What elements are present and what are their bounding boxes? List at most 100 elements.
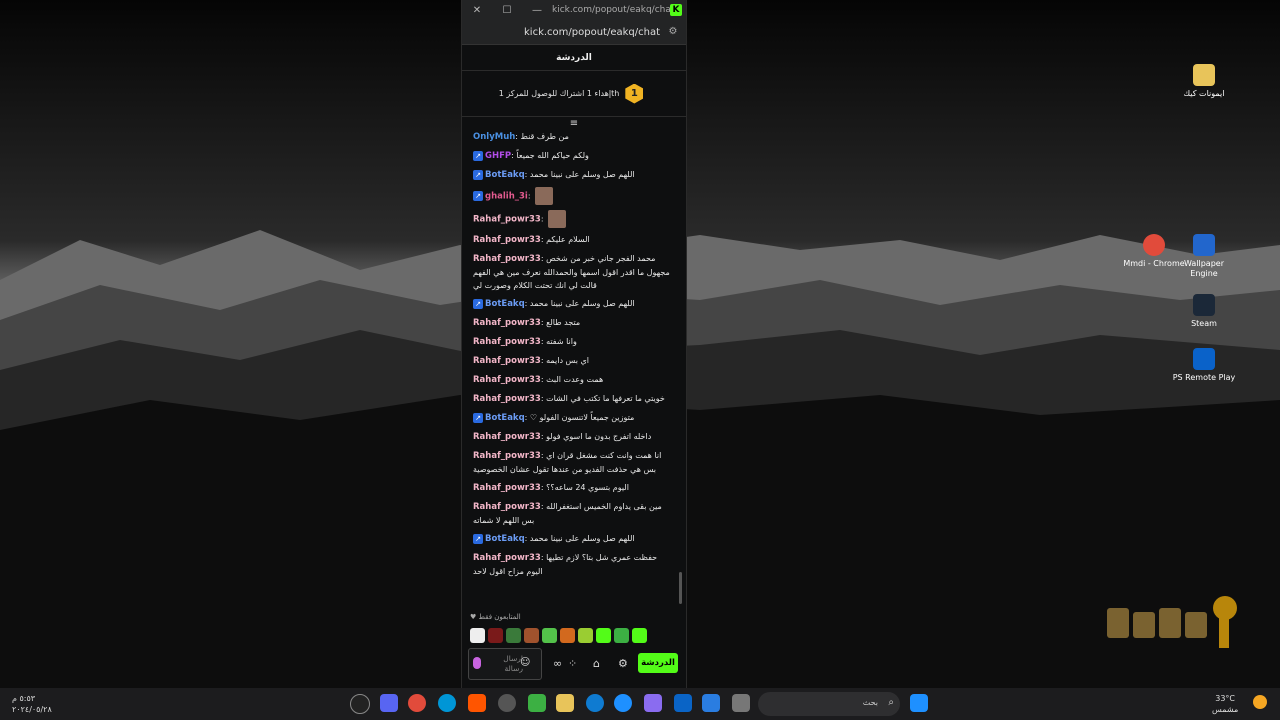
hp-icon[interactable] bbox=[438, 694, 456, 712]
minimize-window-button[interactable]: — bbox=[522, 5, 552, 16]
chat-message[interactable]: ↗ BotEakq: اللهم صل وسلم على نبينا محمد bbox=[462, 530, 678, 549]
pinned-goal[interactable]: إهداء 1 اشتراك للوصول للمركز 1th 1 bbox=[462, 71, 686, 117]
emote-icon bbox=[548, 210, 567, 228]
settings-icon[interactable] bbox=[498, 694, 516, 712]
chat-header: الدردشة bbox=[462, 45, 686, 71]
chat-message-text: داخله اتفرج بدون ما اسوي فولو bbox=[546, 432, 652, 441]
clock-date: ٢٠٢٤/٠٥/٢٨ bbox=[12, 705, 52, 714]
chat-message[interactable]: ↗ BotEakq: ♡ متوزين جميعاً لاتنسون الفولو bbox=[462, 409, 678, 428]
maximize-window-button[interactable]: ☐ bbox=[492, 5, 522, 16]
chat-username[interactable]: Rahaf_powr33 bbox=[473, 215, 541, 225]
emote-icon[interactable] bbox=[596, 628, 611, 643]
copilot-icon[interactable] bbox=[644, 694, 662, 712]
username-separator: : bbox=[527, 191, 534, 201]
desktop-icon-steam[interactable]: Steam bbox=[1172, 294, 1236, 329]
desktop-icon-ps-remote-play[interactable]: PS Remote Play bbox=[1172, 348, 1236, 383]
emote-icon[interactable] bbox=[578, 628, 593, 643]
chat-message[interactable]: Rahaf_powr33: خويتي ما تعرفها ما تكتب في… bbox=[462, 390, 678, 409]
chat-username[interactable]: BotEakq bbox=[485, 170, 525, 180]
chat-username[interactable]: Rahaf_powr33 bbox=[473, 483, 541, 493]
chat-username[interactable]: BotEakq bbox=[485, 299, 525, 309]
discord-icon[interactable] bbox=[380, 694, 398, 712]
emote-icon[interactable] bbox=[614, 628, 629, 643]
emote-quick-bar[interactable] bbox=[470, 628, 647, 646]
obs-icon[interactable] bbox=[350, 694, 370, 714]
chat-username[interactable]: Rahaf_powr33 bbox=[473, 394, 541, 404]
task-view-icon[interactable] bbox=[732, 694, 750, 712]
file-explorer-icon[interactable] bbox=[556, 694, 574, 712]
weather-widget[interactable]: 33°C مشمس bbox=[1212, 693, 1238, 715]
window-title: kick.com/popout/eakq/chat -... bbox=[552, 5, 670, 15]
chat-username[interactable]: Rahaf_powr33 bbox=[473, 356, 541, 366]
chat-message[interactable]: Rahaf_powr33: مين بقى يداوم الخميس استغف… bbox=[462, 498, 678, 530]
address-bar[interactable]: kick.com/popout/eakq/chat ⚙ bbox=[462, 20, 686, 45]
system-clock[interactable]: ٥:٥٣ م ٢٠٢٤/٠٥/٢٨ bbox=[12, 693, 52, 715]
chat-username[interactable]: Rahaf_powr33 bbox=[473, 553, 541, 563]
chat-username[interactable]: Rahaf_powr33 bbox=[473, 432, 541, 442]
send-chat-button[interactable]: الدردشة bbox=[638, 653, 678, 673]
emote-icon[interactable] bbox=[488, 628, 503, 643]
desktop-icon-chrome[interactable]: Mmdi - Chrome bbox=[1122, 234, 1186, 269]
site-settings-icon[interactable]: ⚙ bbox=[666, 25, 680, 39]
chat-username[interactable]: Rahaf_powr33 bbox=[473, 235, 541, 245]
store-icon[interactable]: ⌂ bbox=[593, 657, 600, 670]
badge-icon: ↗ bbox=[473, 150, 483, 161]
chat-message[interactable]: Rahaf_powr33: همت وعدت البث bbox=[462, 371, 678, 390]
chat-username[interactable]: Rahaf_powr33 bbox=[473, 337, 541, 347]
message-input[interactable]: إرسال رسالة bbox=[468, 648, 542, 680]
chat-username[interactable]: Rahaf_powr33 bbox=[473, 254, 541, 264]
emote-icon[interactable] bbox=[506, 628, 521, 643]
chat-username[interactable]: Rahaf_powr33 bbox=[473, 375, 541, 385]
emote-icon[interactable] bbox=[470, 628, 485, 643]
chat-message[interactable]: Rahaf_powr33: السلام عليكم bbox=[462, 231, 678, 250]
emote-icon[interactable] bbox=[632, 628, 647, 643]
xbox-game-bar-icon[interactable] bbox=[528, 694, 546, 712]
chat-message[interactable]: Rahaf_powr33: متجد طالع bbox=[462, 314, 678, 333]
emote-icon[interactable] bbox=[542, 628, 557, 643]
help-icon[interactable] bbox=[614, 694, 632, 712]
chat-username[interactable]: ghalih_3i bbox=[485, 192, 528, 202]
chat-message[interactable]: Rahaf_powr33: bbox=[462, 208, 678, 231]
mic-icon[interactable] bbox=[473, 657, 481, 669]
outlook-icon[interactable] bbox=[674, 694, 692, 712]
chat-message-list[interactable]: OnlyMuh: من طرف قنط ↗ GHFP: ولكم حياكم الل… bbox=[462, 128, 678, 606]
chat-username[interactable]: Rahaf_powr33 bbox=[473, 318, 541, 328]
chat-message[interactable]: Rahaf_powr33: داخله اتفرج بدون ما اسوي ف… bbox=[462, 428, 678, 447]
dots-icon[interactable]: ⁘ bbox=[568, 657, 577, 670]
settings-gear-icon[interactable]: ⚙ bbox=[618, 657, 628, 670]
emote-icon[interactable] bbox=[560, 628, 575, 643]
emoji-picker-icon[interactable]: ☺ bbox=[520, 657, 530, 668]
chat-message[interactable]: Rahaf_powr33: وانا شفته bbox=[462, 333, 678, 352]
chat-username[interactable]: BotEakq bbox=[485, 413, 525, 423]
chat-message[interactable]: OnlyMuh: من طرف قنط bbox=[462, 128, 678, 147]
chat-message[interactable]: Rahaf_powr33: محمد الفجر جاني خبر من شخص… bbox=[462, 250, 678, 295]
store-icon[interactable] bbox=[702, 694, 720, 712]
emote-icon[interactable] bbox=[524, 628, 539, 643]
infinity-icon[interactable]: ∞ bbox=[553, 657, 562, 670]
desktop-icon-kick-emotes[interactable]: ايمونات كيك bbox=[1172, 64, 1236, 99]
badge-icon: ↗ bbox=[473, 412, 483, 423]
chat-message[interactable]: ↗ BotEakq: اللهم صل وسلم على نبينا محمد bbox=[462, 166, 678, 185]
close-window-button[interactable]: ✕ bbox=[462, 5, 492, 16]
chat-username[interactable]: Rahaf_powr33 bbox=[473, 451, 541, 461]
windows-start-icon[interactable] bbox=[910, 694, 928, 712]
taskbar-search[interactable]: بحث ⌕ bbox=[758, 692, 900, 716]
chat-message[interactable]: Rahaf_powr33: اي بس دايمه bbox=[462, 352, 678, 371]
chat-message[interactable]: Rahaf_powr33: اليوم بتسوي 24 ساعه؟؟ bbox=[462, 479, 678, 498]
chat-username[interactable]: GHFP bbox=[485, 151, 511, 161]
chat-message[interactable]: ↗ BotEakq: اللهم صل وسلم على نبينا محمد bbox=[462, 295, 678, 314]
address-url[interactable]: kick.com/popout/eakq/chat bbox=[524, 27, 660, 38]
chat-message[interactable]: ↗ GHFP: ولكم حياكم الله جميعاً bbox=[462, 147, 678, 166]
chat-message[interactable]: Rahaf_powr33: حفظت عمري شل بتا؟ لازم تطي… bbox=[462, 549, 678, 581]
edge-icon[interactable] bbox=[586, 694, 604, 712]
chat-message[interactable]: ↗ ghalih_3i: bbox=[462, 185, 678, 208]
chat-message[interactable]: Rahaf_powr33: انا همت وانت كنت مشغل قران… bbox=[462, 447, 678, 479]
chat-username[interactable]: BotEakq bbox=[485, 534, 525, 544]
kick-logo-icon: K bbox=[670, 4, 682, 16]
chat-username[interactable]: OnlyMuh bbox=[473, 132, 515, 142]
chat-username[interactable]: Rahaf_powr33 bbox=[473, 502, 541, 512]
soundcloud-icon[interactable] bbox=[468, 694, 486, 712]
chat-scrollbar[interactable] bbox=[679, 572, 682, 604]
chrome-icon[interactable] bbox=[408, 694, 426, 712]
rank-badge-icon: 1 bbox=[625, 83, 644, 104]
